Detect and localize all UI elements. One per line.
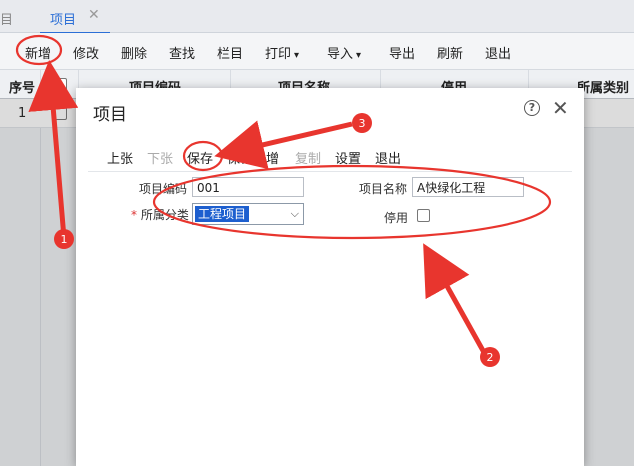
exit-button[interactable]: 退出	[485, 43, 511, 62]
col-seq[interactable]: 序号	[9, 77, 35, 96]
category-select[interactable]: 工程项目 ⌵	[192, 203, 304, 225]
refresh-button[interactable]: 刷新	[437, 43, 463, 62]
import-caret-icon: ▾	[356, 50, 362, 61]
next-record-button: 下张	[147, 152, 174, 167]
disabled-label: 停用	[384, 211, 409, 225]
export-button[interactable]: 导出	[389, 43, 415, 62]
project-dialog: 项目 ? ✕ 上张 下张 保存 保存新增 复制 设置 退出 项目编码 001 项…	[76, 88, 584, 466]
dialog-divider	[88, 171, 572, 172]
save-button[interactable]: 保存	[187, 148, 213, 167]
col-category[interactable]: 所属类别	[577, 77, 629, 96]
project-name-label: 项目名称	[359, 182, 408, 196]
category-label-text: 所属分类	[140, 208, 189, 222]
find-button[interactable]: 查找	[169, 43, 195, 62]
tab-close-icon[interactable]: ✕	[88, 7, 100, 23]
print-caret-icon: ▾	[294, 50, 300, 61]
close-icon[interactable]: ✕	[552, 96, 569, 120]
save-and-new-button[interactable]: 保存新增	[227, 148, 279, 167]
dialog-title: 项目	[93, 105, 127, 125]
dialog-exit-button[interactable]: 退出	[375, 148, 401, 167]
main-toolbar: 新增 修改 删除 查找 栏目 打印 ▾ 导入 ▾ 导出 刷新 退出	[0, 33, 634, 70]
project-code-input[interactable]: 001	[192, 177, 304, 197]
category-label: * 所属分类	[131, 206, 189, 223]
tab-bar: 目 项目 ✕	[0, 0, 634, 34]
chevron-down-icon: ⌵	[290, 207, 299, 220]
add-button[interactable]: 新增	[25, 43, 51, 62]
category-selected-value: 工程项目	[195, 206, 250, 222]
delete-button[interactable]: 删除	[121, 43, 147, 62]
import-label: 导入	[327, 47, 354, 62]
help-icon[interactable]: ?	[524, 100, 540, 116]
tab-project[interactable]: 项目 ✕	[40, 0, 110, 34]
settings-button[interactable]: 设置	[335, 148, 361, 167]
prev-record-button[interactable]: 上张	[107, 148, 133, 167]
import-button[interactable]: 导入 ▾	[327, 43, 361, 62]
project-name-input[interactable]: A快绿化工程	[412, 177, 524, 197]
required-mark: *	[131, 208, 137, 222]
tab-project-label: 项目	[50, 13, 77, 28]
print-label: 打印	[265, 47, 292, 62]
project-code-label: 项目编码	[139, 182, 188, 196]
copy-button: 复制	[295, 152, 322, 167]
print-button[interactable]: 打印 ▾	[265, 43, 299, 62]
columns-button[interactable]: 栏目	[217, 43, 243, 62]
tab-previous-stub[interactable]: 目	[0, 9, 13, 28]
edit-button[interactable]: 修改	[73, 43, 99, 62]
disabled-checkbox[interactable]	[417, 209, 430, 222]
select-all-checkbox[interactable]	[54, 78, 67, 91]
